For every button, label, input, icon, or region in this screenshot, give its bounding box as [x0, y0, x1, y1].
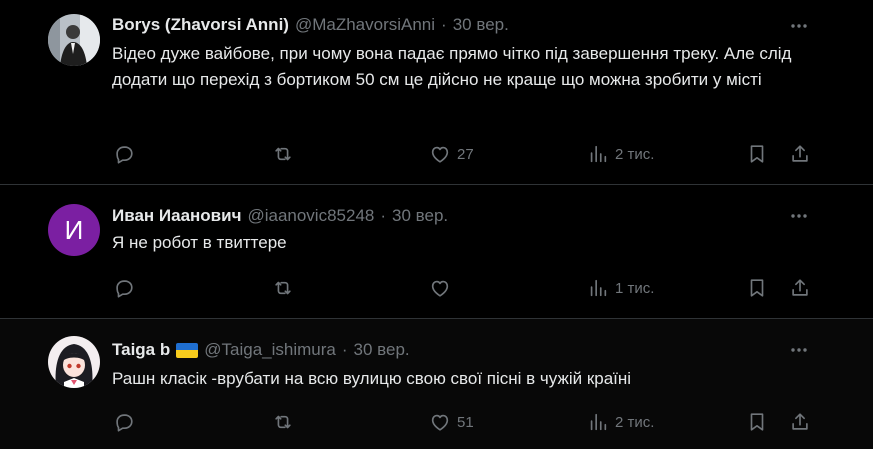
- timestamp[interactable]: 30 вер.: [392, 206, 448, 226]
- avatar[interactable]: [48, 336, 100, 388]
- bookmark-button[interactable]: [746, 276, 768, 300]
- share-icon: [789, 277, 811, 299]
- heart-icon: [429, 277, 451, 299]
- share-icon: [789, 143, 811, 165]
- retweet-icon: [272, 411, 294, 433]
- more-options-icon[interactable]: [789, 340, 809, 360]
- bookmark-icon: [746, 411, 768, 433]
- like-button[interactable]: 27: [429, 142, 474, 166]
- timestamp[interactable]: 30 вер.: [354, 340, 410, 360]
- tweet-text: Відео дуже вайбове, при чому вона падає …: [112, 44, 792, 89]
- reply-button[interactable]: [113, 410, 141, 434]
- view-count: 1 тис.: [615, 279, 655, 297]
- retweet-icon: [272, 277, 294, 299]
- tweet-header: Taiga b @Taiga_ishimura · 30 вер.: [112, 339, 813, 361]
- author-name[interactable]: Taiga b: [112, 340, 170, 360]
- separator-dot: ·: [380, 206, 387, 225]
- action-bar: 51 2 тис.: [0, 410, 873, 434]
- retweet-button[interactable]: [272, 410, 300, 434]
- more-options-icon[interactable]: [789, 206, 809, 226]
- author-handle[interactable]: @Taiga_ishimura: [204, 340, 336, 360]
- like-button[interactable]: [429, 276, 457, 300]
- tweet[interactable]: Borys (Zhavorsi Anni) @MaZhavorsiAnni · …: [0, 0, 873, 185]
- avatar[interactable]: И: [48, 204, 100, 256]
- like-count: 51: [457, 413, 474, 431]
- tweet-text: Я не робот в твиттере: [112, 233, 287, 252]
- tweet-header: Иван Иаанович @iaanovic85248 · 30 вер.: [112, 205, 813, 227]
- reply-icon: [113, 277, 135, 299]
- author-name[interactable]: Borys (Zhavorsi Anni): [112, 15, 289, 35]
- like-button[interactable]: 51: [429, 410, 474, 434]
- reply-button[interactable]: [113, 276, 141, 300]
- views-icon: [587, 143, 609, 165]
- more-options-icon[interactable]: [789, 16, 809, 36]
- separator-dot: ·: [441, 15, 447, 34]
- reply-button[interactable]: [113, 142, 141, 166]
- reply-icon: [113, 411, 135, 433]
- views-icon: [587, 411, 609, 433]
- bookmark-icon: [746, 277, 768, 299]
- author-name[interactable]: Иван Иаанович: [112, 206, 241, 226]
- bookmark-icon: [746, 143, 768, 165]
- reply-feed: Borys (Zhavorsi Anni) @MaZhavorsiAnni · …: [0, 0, 873, 449]
- like-count: 27: [457, 145, 474, 163]
- tweet-text: Рашн класік -врубати на всю вулицю свою …: [112, 369, 632, 388]
- timestamp[interactable]: 30 вер.: [453, 15, 509, 35]
- views-button[interactable]: 2 тис.: [587, 410, 654, 434]
- retweet-button[interactable]: [272, 276, 300, 300]
- reply-icon: [113, 143, 135, 165]
- heart-icon: [429, 143, 451, 165]
- share-button[interactable]: [789, 410, 811, 434]
- views-icon: [587, 277, 609, 299]
- view-count: 2 тис.: [615, 413, 655, 431]
- author-handle[interactable]: @MaZhavorsiAnni: [295, 15, 435, 35]
- share-button[interactable]: [789, 142, 811, 166]
- author-handle[interactable]: @iaanovic85248: [247, 206, 374, 226]
- heart-icon: [429, 411, 451, 433]
- tweet[interactable]: И Иван Иаанович @iaanovic85248 · 30 вер.…: [0, 185, 873, 319]
- share-icon: [789, 411, 811, 433]
- action-bar: 27 2 тис.: [0, 142, 873, 166]
- retweet-button[interactable]: [272, 142, 300, 166]
- ukraine-flag-icon: [176, 342, 199, 358]
- share-button[interactable]: [789, 276, 811, 300]
- views-button[interactable]: 1 тис.: [587, 276, 654, 300]
- views-button[interactable]: 2 тис.: [587, 142, 654, 166]
- tweet-header: Borys (Zhavorsi Anni) @MaZhavorsiAnni · …: [112, 14, 813, 36]
- bookmark-button[interactable]: [746, 410, 768, 434]
- separator-dot: ·: [341, 340, 348, 359]
- avatar[interactable]: [48, 14, 100, 66]
- action-bar: 1 тис.: [0, 276, 873, 300]
- retweet-icon: [272, 143, 294, 165]
- view-count: 2 тис.: [615, 145, 655, 163]
- bookmark-button[interactable]: [746, 142, 768, 166]
- tweet[interactable]: Taiga b @Taiga_ishimura · 30 вер. Рашн к…: [0, 319, 873, 449]
